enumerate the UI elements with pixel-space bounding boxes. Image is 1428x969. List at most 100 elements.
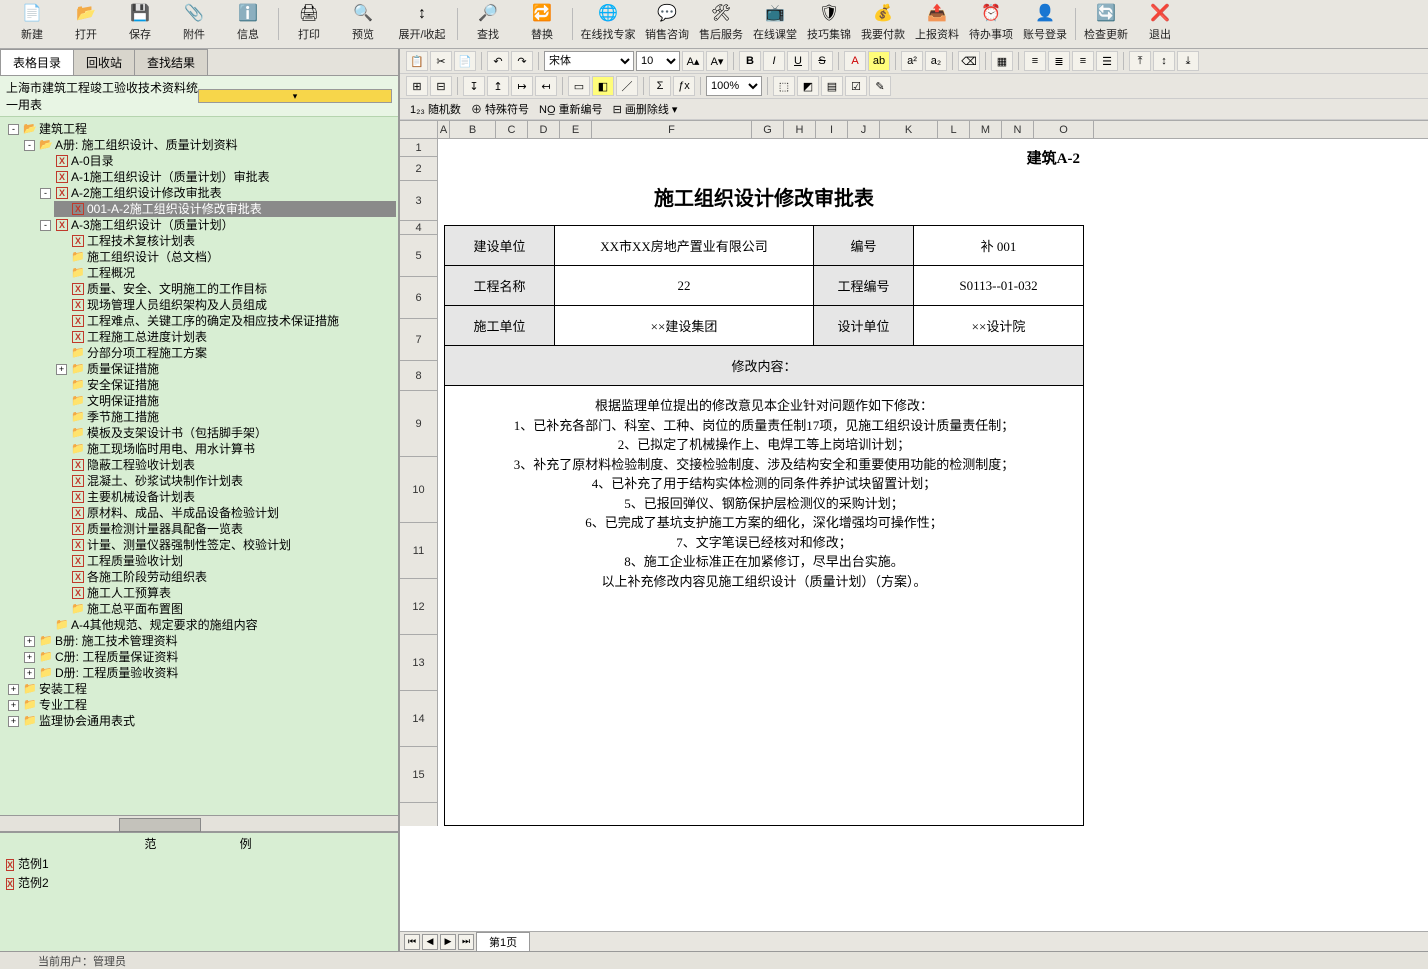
tree-a1[interactable]: XA-1施工组织设计（质量计划）审批表 <box>38 169 396 185</box>
align-right-button[interactable]: ≡ <box>1072 51 1094 71</box>
tree-item[interactable]: 📁季节施工措施 <box>54 409 396 425</box>
sheet-first[interactable]: ⏮ <box>404 934 420 950</box>
toolbar-退出[interactable]: ❌退出 <box>1134 4 1186 44</box>
tree-root[interactable]: -📂建筑工程 <box>6 121 396 137</box>
tree-item[interactable]: 📁工程概况 <box>54 265 396 281</box>
undo-button[interactable]: ↶ <box>487 51 509 71</box>
tree-item[interactable]: 📁模板及支架设计书（包括脚手架） <box>54 425 396 441</box>
left-tab-0[interactable]: 表格目录 <box>0 49 74 75</box>
col-F[interactable]: F <box>592 121 752 138</box>
valign-top-button[interactable]: ⤒ <box>1129 51 1151 71</box>
tree-item[interactable]: X工程难点、关键工序的确定及相应技术保证措施 <box>54 313 396 329</box>
toolbar-待办事项[interactable]: ⏰待办事项 <box>965 4 1017 44</box>
fontcolor-button[interactable]: A <box>844 51 866 71</box>
spreadsheet[interactable]: ABCDEFGHIJKLMNO 123456789101112131415 建筑… <box>400 121 1428 931</box>
ins-row-button[interactable]: ↧ <box>463 76 485 96</box>
toolbar-在线找专家[interactable]: 🌐在线找专家 <box>577 4 639 44</box>
align-justify-button[interactable]: ☰ <box>1096 51 1118 71</box>
tree-a2[interactable]: -XA-2施工组织设计修改审批表 <box>38 185 396 201</box>
toolbar-新建[interactable]: 📄新建 <box>6 4 58 44</box>
value-bh[interactable]: 补 001 <box>914 226 1084 266</box>
cut-button[interactable]: ✂ <box>430 51 452 71</box>
tree-a3[interactable]: -XA-3施工组织设计（质量计划） <box>38 217 396 233</box>
tree-other2[interactable]: +📁专业工程 <box>6 697 396 713</box>
col-A[interactable]: A <box>438 121 450 138</box>
tree-item[interactable]: X质量、安全、文明施工的工作目标 <box>54 281 396 297</box>
font-select[interactable]: 宋体 <box>544 51 634 71</box>
border-button[interactable]: ▭ <box>568 76 590 96</box>
merge-button[interactable]: ⊞ <box>406 76 428 96</box>
row-2[interactable]: 2 <box>400 157 437 181</box>
toolbar-售后服务[interactable]: 🛠售后服务 <box>695 4 747 44</box>
value-sgdw[interactable]: ××建设集团 <box>555 306 814 346</box>
grid-button[interactable]: ▦ <box>991 51 1013 71</box>
toolbar-替换[interactable]: 🔁替换 <box>516 4 568 44</box>
sheet-last[interactable]: ⏭ <box>458 934 474 950</box>
col-D[interactable]: D <box>528 121 560 138</box>
sheet-tab-1[interactable]: 第1页 <box>476 932 530 952</box>
left-tab-2[interactable]: 查找结果 <box>134 49 208 75</box>
toolbar-销售咨询[interactable]: 💬销售咨询 <box>641 4 693 44</box>
tree-dropdown-button[interactable]: ▾ <box>198 89 392 103</box>
row-7[interactable]: 7 <box>400 319 437 361</box>
copy-button[interactable]: 📋 <box>406 51 428 71</box>
valign-mid-button[interactable]: ↕ <box>1153 51 1175 71</box>
toolbar-打开[interactable]: 📂打开 <box>60 4 112 44</box>
redo-button[interactable]: ↷ <box>511 51 533 71</box>
col-M[interactable]: M <box>970 121 1002 138</box>
toolbar-保存[interactable]: 💾保存 <box>114 4 166 44</box>
row-8[interactable]: 8 <box>400 361 437 391</box>
highlight-button[interactable]: ab <box>868 51 890 71</box>
sheet-next[interactable]: ▶ <box>440 934 456 950</box>
special-label[interactable]: ⊕ 特殊符号 <box>467 101 533 117</box>
clearfmt-button[interactable]: ⌫ <box>958 51 980 71</box>
fontsize-up[interactable]: A▴ <box>682 51 704 71</box>
col-N[interactable]: N <box>1002 121 1034 138</box>
tree-item[interactable]: X主要机械设备计划表 <box>54 489 396 505</box>
sheet-prev[interactable]: ◀ <box>422 934 438 950</box>
toolbar-打印[interactable]: 🖨打印 <box>283 4 335 44</box>
toolbar-展开/收起[interactable]: ↕展开/收起 <box>391 4 453 44</box>
tree-item[interactable]: X施工人工预算表 <box>54 585 396 601</box>
rand-label[interactable]: 1₂₃ 随机数 <box>406 101 465 117</box>
tree-item[interactable]: X质量检测计量器具配备一览表 <box>54 521 396 537</box>
col-C[interactable]: C <box>496 121 528 138</box>
example-item[interactable]: X范例2 <box>0 873 398 892</box>
tree-item[interactable]: X工程技术复核计划表 <box>54 233 396 249</box>
col-E[interactable]: E <box>560 121 592 138</box>
fill-button[interactable]: ◧ <box>592 76 614 96</box>
fontsize-down[interactable]: A▾ <box>706 51 728 71</box>
tree-item[interactable]: 📁施工总平面布置图 <box>54 601 396 617</box>
tree-item[interactable]: 📁分部分项工程施工方案 <box>54 345 396 361</box>
row-10[interactable]: 10 <box>400 457 437 523</box>
misc-btn-1[interactable]: ⬚ <box>773 76 795 96</box>
col-I[interactable]: I <box>816 121 848 138</box>
valign-bot-button[interactable]: ⤓ <box>1177 51 1199 71</box>
tree-item[interactable]: X混凝土、砂浆试块制作计划表 <box>54 473 396 489</box>
tree-other3[interactable]: +📁监理协会通用表式 <box>6 713 396 729</box>
tree-c-book[interactable]: +📁C册: 工程质量保证资料 <box>22 649 396 665</box>
tree-a0[interactable]: XA-0目录 <box>38 153 396 169</box>
toolbar-查找[interactable]: 🔎查找 <box>462 4 514 44</box>
tree-item[interactable]: X现场管理人员组织架构及人员组成 <box>54 297 396 313</box>
row-13[interactable]: 13 <box>400 635 437 691</box>
tree-item[interactable]: X计量、测量仪器强制性签定、校验计划 <box>54 537 396 553</box>
left-tab-1[interactable]: 回收站 <box>73 49 135 75</box>
col-H[interactable]: H <box>784 121 816 138</box>
tree-b-book[interactable]: +📁B册: 施工技术管理资料 <box>22 633 396 649</box>
row-9[interactable]: 9 <box>400 391 437 457</box>
row-5[interactable]: 5 <box>400 235 437 277</box>
strike-button[interactable]: S <box>811 51 833 71</box>
fx-button[interactable]: ƒx <box>673 76 695 96</box>
del-col-button[interactable]: ↤ <box>535 76 557 96</box>
toolbar-账号登录[interactable]: 👤账号登录 <box>1019 4 1071 44</box>
row-1[interactable]: 1 <box>400 139 437 157</box>
linecolor-button[interactable]: ／ <box>616 76 638 96</box>
ins-col-button[interactable]: ↦ <box>511 76 533 96</box>
tree-item[interactable]: X工程施工总进度计划表 <box>54 329 396 345</box>
del-row-button[interactable]: ↥ <box>487 76 509 96</box>
tree-a2-001[interactable]: X001-A-2施工组织设计修改审批表 <box>54 201 396 217</box>
tree-a-book[interactable]: -📂A册: 施工组织设计、质量计划资料 <box>22 137 396 153</box>
tree-item[interactable]: 📁施工组织设计（总文档） <box>54 249 396 265</box>
toolbar-在线课堂[interactable]: 📺在线课堂 <box>749 4 801 44</box>
